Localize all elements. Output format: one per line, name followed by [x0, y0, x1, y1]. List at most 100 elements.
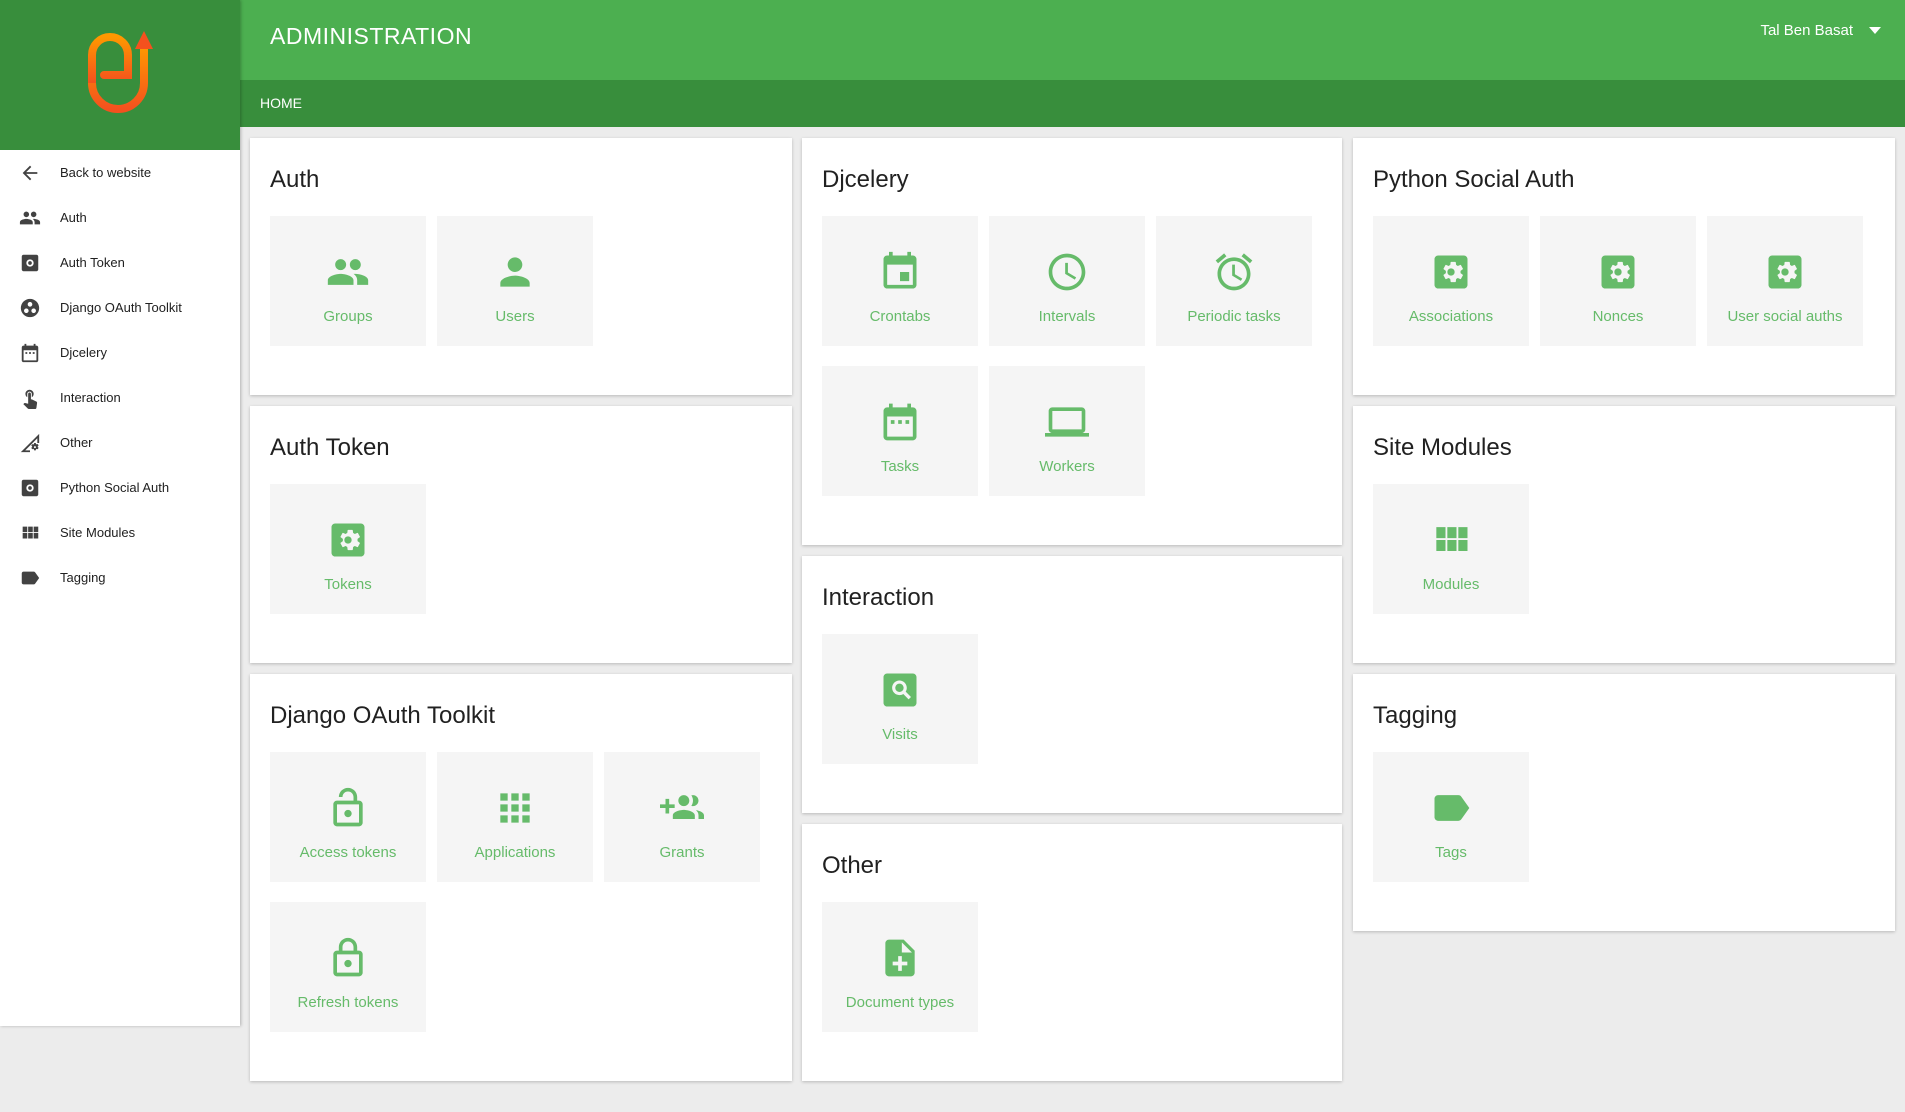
logo-area [0, 0, 240, 150]
model-label: Workers [1039, 458, 1095, 475]
model-label: Associations [1408, 308, 1494, 325]
app-card-other: Other Document types [802, 824, 1342, 1081]
model-workers[interactable]: Workers [989, 366, 1145, 496]
model-groups[interactable]: Groups [270, 216, 426, 346]
model-refresh-tokens[interactable]: Refresh tokens [270, 902, 426, 1032]
sidebar-item-site-modules[interactable]: Site Modules [0, 510, 240, 555]
sidebar-nav: Back to website Auth Auth Token Django OAut… [0, 150, 240, 600]
alarm-icon [1212, 250, 1256, 294]
lock-open-icon [326, 786, 370, 830]
sidebar-item-label: Django OAuth Toolkit [60, 300, 182, 315]
model-label: Document types [845, 994, 955, 1011]
app-card-auth: Auth Groups Users [250, 138, 792, 395]
model-visits[interactable]: Visits [822, 634, 978, 764]
touch-icon [0, 387, 60, 409]
model-label: Users [495, 308, 535, 325]
sidebar-item-django-oauth-toolkit[interactable]: Django OAuth Toolkit [0, 285, 240, 330]
lock-icon [326, 936, 370, 980]
model-associations[interactable]: Associations [1373, 216, 1529, 346]
model-label: Grants [659, 844, 705, 861]
sidebar-item-back-to-website[interactable]: Back to website [0, 150, 240, 195]
model-tokens[interactable]: Tokens [270, 484, 426, 614]
people-icon [326, 250, 370, 294]
model-access-tokens[interactable]: Access tokens [270, 752, 426, 882]
breadcrumb-home[interactable]: HOME [260, 95, 302, 111]
calendar-icon [0, 342, 60, 364]
sidebar-item-interaction[interactable]: Interaction [0, 375, 240, 420]
sidebar-item-label: Tagging [60, 570, 106, 585]
settings-box-icon [326, 518, 370, 562]
model-tags[interactable]: Tags [1373, 752, 1529, 882]
sidebar-item-tagging[interactable]: Tagging [0, 555, 240, 600]
user-menu[interactable]: Tal Ben Basat [1760, 22, 1881, 39]
sidebar-item-label: Other [60, 435, 93, 450]
group-work-icon [0, 297, 60, 319]
model-label: Refresh tokens [297, 994, 399, 1011]
clock-icon [1045, 250, 1089, 294]
app-title: Other [822, 852, 883, 879]
model-label: Tags [1435, 844, 1467, 861]
settings-box-icon [1596, 250, 1640, 294]
model-label: Tasks [880, 458, 920, 475]
model-intervals[interactable]: Intervals [989, 216, 1145, 346]
model-tasks[interactable]: Tasks [822, 366, 978, 496]
sidebar-item-label: Auth [60, 210, 87, 225]
sidebar-item-label: Site Modules [60, 525, 136, 540]
laptop-icon [1045, 400, 1089, 444]
app-card-python-social-auth: Python Social Auth Associations Nonces U… [1353, 138, 1895, 395]
model-label: Nonces [1592, 308, 1644, 325]
app-title: Tagging [1373, 702, 1458, 729]
label-icon [1429, 786, 1473, 830]
sidebar-item-label: Auth Token [60, 255, 125, 270]
model-label: Tokens [324, 576, 372, 593]
app-title: Interaction [822, 584, 935, 611]
page-title: ADMINISTRATION [270, 23, 473, 49]
signal-settings-icon [0, 432, 60, 454]
sidebar-item-auth[interactable]: Auth [0, 195, 240, 240]
event-icon [878, 250, 922, 294]
settings-box-icon [1429, 250, 1473, 294]
model-nonces[interactable]: Nonces [1540, 216, 1696, 346]
app-card-djcelery: Djcelery Crontabs Intervals Periodic tas… [802, 138, 1342, 545]
model-label: Access tokens [299, 844, 397, 861]
app-title: Site Modules [1373, 434, 1512, 461]
model-label: User social auths [1727, 308, 1843, 325]
arrow-back-icon [0, 162, 60, 184]
sidebar: Back to website Auth Auth Token Django OAut… [0, 0, 240, 1026]
model-applications[interactable]: Applications [437, 752, 593, 882]
label-icon [0, 567, 60, 589]
sidebar-item-djcelery[interactable]: Djcelery [0, 330, 240, 375]
app-card-interaction: Interaction Visits [802, 556, 1342, 813]
people-icon [0, 207, 60, 229]
model-label: Applications [474, 844, 556, 861]
model-users[interactable]: Users [437, 216, 593, 346]
user-name: Tal Ben Basat [1760, 22, 1853, 39]
app-card-site-modules: Site Modules Modules [1353, 406, 1895, 663]
model-crontabs[interactable]: Crontabs [822, 216, 978, 346]
note-add-icon [878, 936, 922, 980]
app-card-oauth: Django OAuth Toolkit Access tokens Appli… [250, 674, 792, 1081]
sidebar-item-label: Djcelery [60, 345, 107, 360]
model-label: Intervals [1038, 308, 1096, 325]
model-user-social-auths[interactable]: User social auths [1707, 216, 1863, 346]
model-periodic-tasks[interactable]: Periodic tasks [1156, 216, 1312, 346]
grid-icon [0, 522, 60, 544]
model-document-types[interactable]: Document types [822, 902, 978, 1032]
sidebar-item-python-social-auth[interactable]: Python Social Auth [0, 465, 240, 510]
app-title: Python Social Auth [1373, 166, 1575, 193]
app-card-auth-token: Auth Token Tokens [250, 406, 792, 663]
dropdown-arrow-icon [1869, 27, 1881, 34]
model-grants[interactable]: Grants [604, 752, 760, 882]
search-box-icon [878, 668, 922, 712]
sidebar-item-other[interactable]: Other [0, 420, 240, 465]
app-header: ADMINISTRATION Tal Ben Basat [240, 0, 1905, 80]
group-add-icon [660, 786, 704, 830]
model-modules[interactable]: Modules [1373, 484, 1529, 614]
site-logo[interactable] [80, 25, 160, 125]
model-label: Periodic tasks [1187, 308, 1281, 325]
sidebar-item-label: Back to website [60, 165, 152, 180]
sidebar-item-label: Python Social Auth [60, 480, 170, 495]
settings-box-icon [1763, 250, 1807, 294]
app-title: Auth [270, 166, 320, 193]
sidebar-item-auth-token[interactable]: Auth Token [0, 240, 240, 285]
